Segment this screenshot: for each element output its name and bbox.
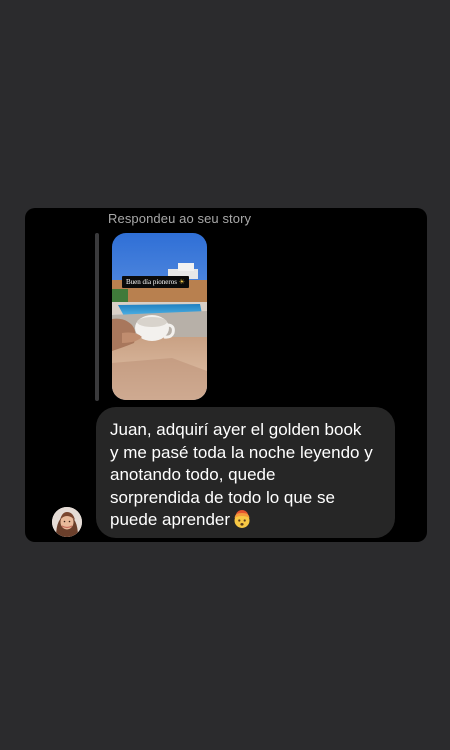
sender-avatar[interactable]	[52, 507, 82, 537]
screenshot-canvas: Respondeu ao seu story Buen día pioneros…	[0, 0, 450, 750]
story-caption-text: Buen día pioneros	[126, 278, 177, 286]
story-image	[112, 233, 207, 400]
story-caption: Buen día pioneros ☀	[122, 276, 189, 288]
story-thumbnail[interactable]: Buen día pioneros ☀	[112, 233, 207, 400]
chat-thread: Respondeu ao seu story Buen día pioneros…	[25, 208, 427, 542]
message-text-container: Juan, adquirí ayer el golden book y me p…	[110, 419, 381, 532]
sun-emoji-icon: ☀	[178, 278, 185, 286]
story-reply-label: Respondeu ao seu story	[108, 211, 252, 226]
message-bubble[interactable]: Juan, adquirí ayer el golden book y me p…	[96, 407, 395, 538]
reply-indicator-bar	[95, 233, 99, 401]
exploding-head-emoji-icon	[232, 509, 252, 529]
avatar-photo	[52, 507, 82, 537]
